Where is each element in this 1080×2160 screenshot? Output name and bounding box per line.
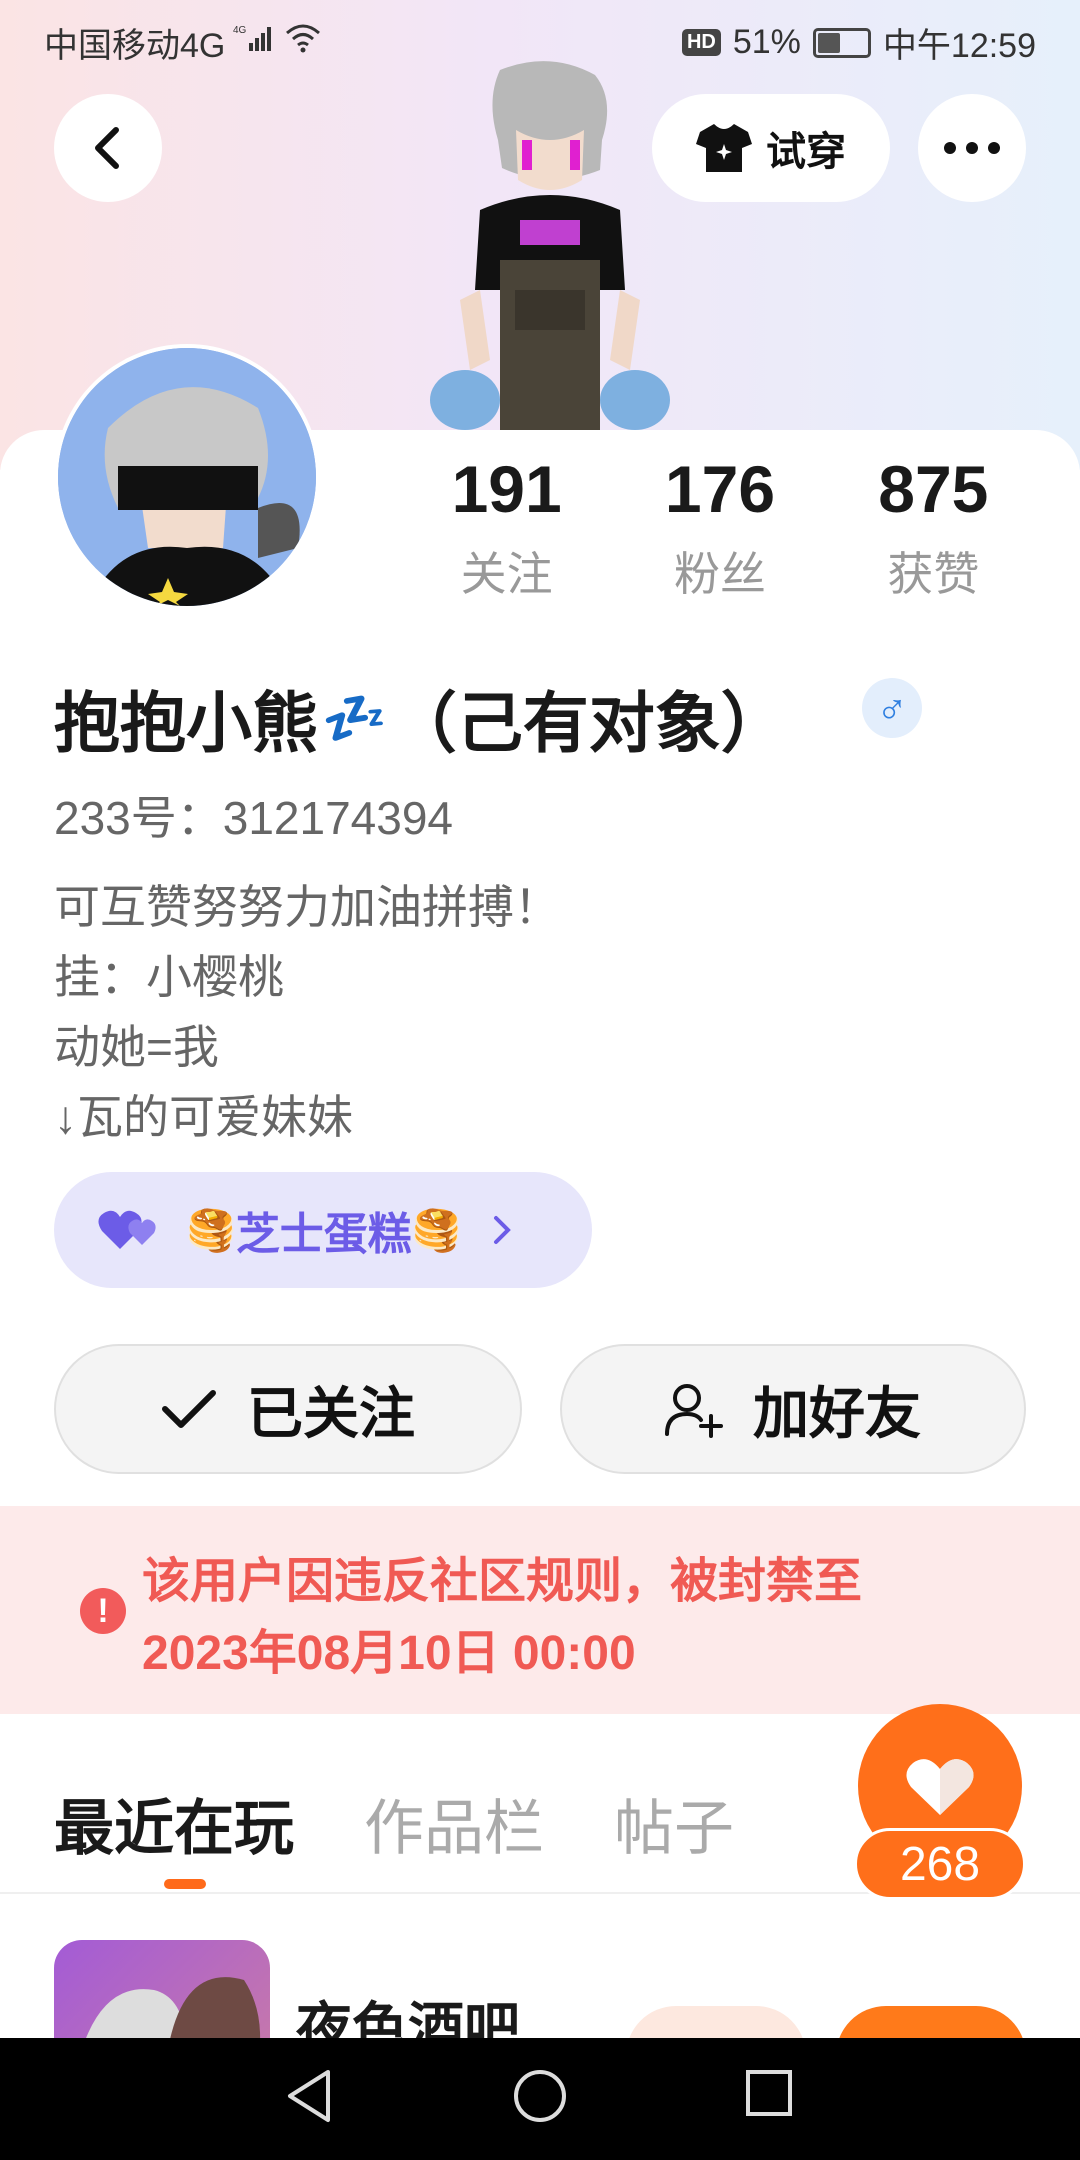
sleep-emoji: 💤 [322, 689, 387, 748]
signal-icon: 4G [233, 23, 277, 62]
avatar[interactable] [54, 344, 320, 610]
back-button[interactable] [54, 94, 162, 202]
battery-percent: 51% [732, 23, 801, 61]
fans-count: 176 [664, 452, 776, 526]
nav-home-icon[interactable] [512, 2068, 568, 2124]
username-text: 抱抱小熊 [54, 686, 318, 760]
nav-recents-icon[interactable] [744, 2068, 794, 2118]
tab-recently-played[interactable]: 最近在玩 [54, 1780, 294, 1867]
nav-back-icon[interactable] [284, 2068, 334, 2124]
following-count: 191 [451, 452, 562, 526]
like-button[interactable]: 268 [854, 1704, 1026, 1900]
stat-fans[interactable]: 176 粉丝 [613, 450, 826, 604]
tab-works[interactable]: 作品栏 [364, 1780, 544, 1867]
like-count: 268 [854, 1828, 1026, 1900]
likes-label: 获赞 [887, 548, 980, 600]
svg-text:4G: 4G [233, 25, 247, 36]
carrier-label: 中国移动4G [44, 27, 226, 65]
chevron-right-icon [493, 1216, 511, 1244]
username-suffix: （己有对象） [390, 686, 787, 760]
profile-tabs: 最近在玩 作品栏 帖子 [54, 1780, 804, 1867]
bio-line: 挂：小樱桃 [54, 951, 284, 1003]
try-on-button[interactable]: 试穿 [652, 94, 890, 202]
clock: 中午12:59 [882, 27, 1036, 65]
add-user-icon [665, 1384, 723, 1438]
pancake-emoji: 🥞 [186, 1208, 236, 1253]
group-label: 芝士蛋糕 [235, 1210, 412, 1259]
username: 抱抱小熊 💤 （己有对象） [54, 670, 787, 766]
following-label: 关注 [460, 548, 553, 600]
ban-line-1: 该用户因违反社区规则，被封禁至 [142, 1555, 863, 1608]
add-friend-button[interactable]: 加好友 [560, 1344, 1026, 1474]
bio-line: 可互赞努努力加油拼搏！ [54, 881, 560, 933]
stat-likes[interactable]: 875 获赞 [827, 450, 1040, 604]
try-on-label: 试穿 [766, 130, 846, 174]
pancake-emoji: 🥞 [411, 1208, 462, 1253]
avatar-image [58, 348, 316, 606]
couple-hearts-icon [98, 1210, 156, 1249]
stat-following[interactable]: 191 关注 [400, 450, 613, 604]
more-options-button[interactable] [918, 94, 1026, 202]
male-gender-icon: ♂ [862, 678, 922, 738]
heart-icon [906, 1759, 974, 1815]
following-button-label: 已关注 [247, 1381, 415, 1445]
avatar-3d-figure [430, 61, 670, 432]
bio: 可互赞努努力加油拼搏！ 挂：小樱桃 动她=我 ↓瓦的可爱妹妹 [54, 872, 560, 1152]
chevron-left-icon [95, 127, 119, 169]
more-dots-icon [944, 142, 1000, 154]
ban-notice-text: 该用户因违反社区规则，被封禁至 2023年08月10日 00:00 [142, 1546, 862, 1690]
stats-row: 191 关注 176 粉丝 875 获赞 [400, 450, 1040, 604]
user-id[interactable]: 233号：312174394 [54, 782, 453, 848]
battery-icon [812, 27, 871, 58]
warning-icon: ! [80, 1588, 126, 1634]
hd-badge: HD [681, 29, 721, 56]
likes-count: 875 [878, 452, 989, 526]
ban-line-2: 2023年08月10日 00:00 [142, 1627, 636, 1680]
group-badge-button[interactable]: 🥞 芝士蛋糕 🥞 [54, 1172, 592, 1288]
fans-label: 粉丝 [673, 548, 766, 600]
tab-posts[interactable]: 帖子 [614, 1780, 734, 1867]
active-tab-indicator [164, 1879, 206, 1889]
bio-line: 动她=我 [54, 1021, 219, 1073]
tshirt-icon [696, 124, 752, 172]
following-button[interactable]: 已关注 [54, 1344, 522, 1474]
wifi-icon [285, 23, 321, 62]
add-friend-label: 加好友 [753, 1381, 921, 1445]
list-item[interactable]: 夜色酒吧... [0, 1940, 1080, 2106]
check-icon [162, 1390, 216, 1428]
system-nav-bar [0, 2038, 1080, 2160]
bio-line: ↓瓦的可爱妹妹 [54, 1091, 353, 1143]
